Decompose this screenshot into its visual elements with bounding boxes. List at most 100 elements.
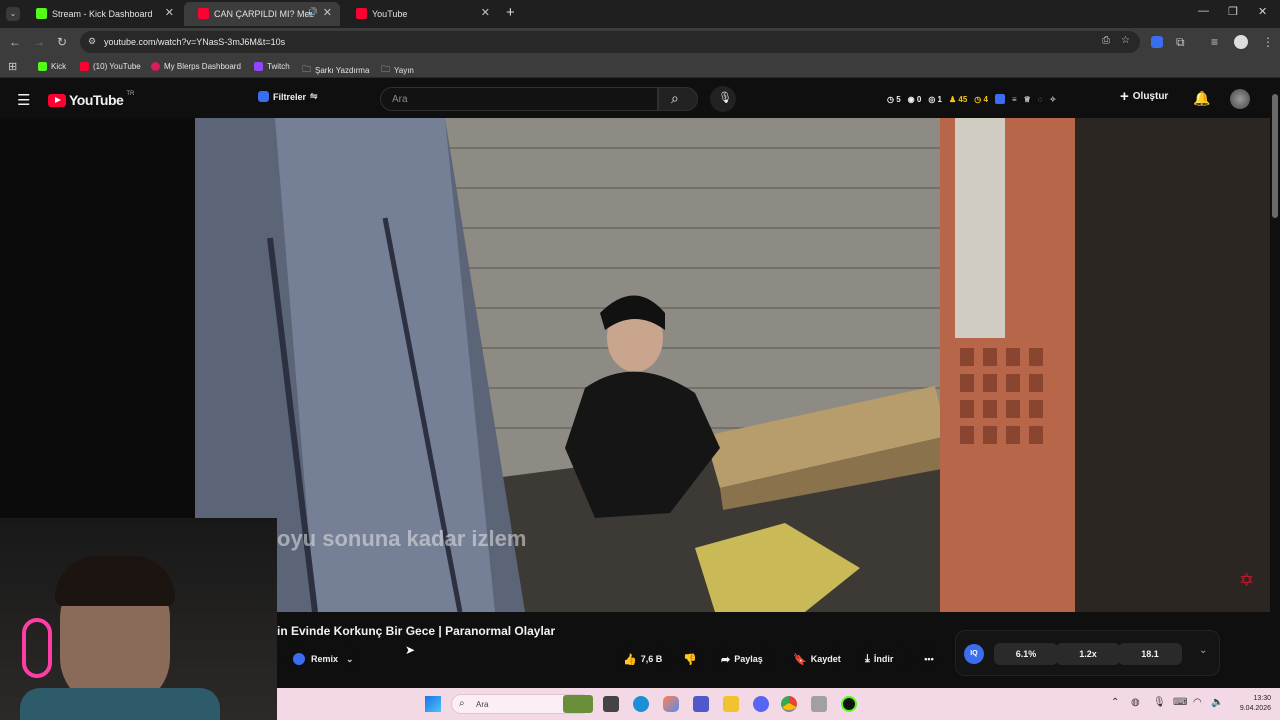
profile-avatar[interactable] [1234, 35, 1248, 49]
bookmark-kick[interactable]: Kick [38, 62, 66, 71]
teams-icon[interactable] [693, 696, 709, 712]
tab-youtube[interactable]: YouTube ✕ [342, 2, 498, 26]
windows-start-icon[interactable] [425, 696, 441, 712]
clock-time: 13:30 [1253, 695, 1271, 702]
close-icon[interactable]: ✕ [323, 6, 332, 19]
bookmark-blerps[interactable]: My Blerps Dashboard [151, 62, 241, 71]
video-player[interactable]: oyu sonuna kadar izlem [195, 118, 1075, 612]
tab-title: CAN ÇARPILDI MI? Mezarlı [214, 9, 314, 19]
new-tab-button[interactable]: + [506, 4, 515, 21]
list-icon[interactable]: ≡ [1012, 95, 1017, 104]
thumbs-up-icon: 👍 [623, 653, 637, 666]
copilot-icon[interactable] [663, 696, 679, 712]
extension-iq-icon [293, 653, 305, 665]
sparkle-icon[interactable]: ✧ [1050, 95, 1057, 104]
filters-button[interactable]: Filtreler ⇋ [258, 91, 318, 102]
trophy-icon[interactable]: ♕ [1024, 95, 1031, 104]
chevron-down-icon[interactable]: ⌄ [1199, 645, 1207, 656]
logo-text: YouTube [69, 92, 124, 108]
media-control-icon[interactable]: ≡ [1211, 35, 1218, 49]
download-button[interactable]: ⤓ İndir [859, 647, 911, 671]
bookmark-label: Kick [51, 62, 67, 71]
remix-button[interactable]: Remix ⌄ [285, 647, 359, 671]
dislike-button[interactable]: 👎 [677, 647, 703, 671]
bookmark-twitch[interactable]: Twitch [254, 62, 290, 71]
window-close-icon[interactable]: ✕ [1258, 5, 1267, 18]
player-left-margin [0, 118, 195, 518]
speaker-icon[interactable]: 🔊 [307, 7, 318, 18]
install-app-icon[interactable]: ⎙ [1102, 35, 1110, 46]
tab-video[interactable]: CAN ÇARPILDI MI? Mezarlı 🔊 ✕ [184, 2, 340, 26]
restore-icon[interactable]: ❐ [1228, 5, 1238, 18]
voice-search-button[interactable]: 🎙 [710, 86, 736, 112]
youtube-logo[interactable]: YouTube TR [48, 91, 134, 108]
mouse-cursor-icon: ➤ [405, 643, 416, 657]
widget-icon[interactable] [563, 695, 593, 713]
download-label: İndir [873, 654, 894, 664]
minimize-icon[interactable]: — [1198, 5, 1209, 17]
volume-icon[interactable]: 🔈 [1211, 697, 1223, 708]
stat-users: ♟ 45 [948, 94, 968, 104]
bookmark-folder-songs[interactable]: 🗀 Şarkı Yazdırma [302, 62, 369, 78]
reload-icon[interactable]: ↻ [57, 35, 67, 49]
search-input[interactable]: Ara [380, 87, 658, 111]
channel-avatar[interactable] [1230, 89, 1250, 109]
browser-menu-icon[interactable]: ⋮ [1262, 35, 1274, 49]
microphone-icon[interactable]: 🎙 [1153, 697, 1166, 708]
apps-grid-icon[interactable]: ⊞ [8, 60, 17, 73]
extension-iq-icon[interactable] [1151, 36, 1163, 48]
download-icon: ⤓ [865, 652, 870, 665]
keyboard-icon[interactable]: ⌨ [1173, 697, 1187, 708]
create-button[interactable]: + Oluştur [1120, 89, 1168, 104]
back-icon[interactable]: ← [9, 35, 21, 49]
forward-icon[interactable]: → [33, 35, 45, 49]
tray-app-icon[interactable]: ◍ [1131, 697, 1140, 708]
tab-kick-dashboard[interactable]: Stream - Kick Dashboard ✕ [22, 2, 182, 26]
more-actions-button[interactable]: ••• [917, 647, 941, 671]
tab-list-button[interactable]: ⌄ [6, 7, 20, 21]
extension-iq-icon [258, 91, 269, 102]
extension-stats-panel: IQ 6.1% 1.2x 18.1 ⌄ [955, 630, 1220, 676]
chat-icon[interactable]: ◌ [1038, 95, 1043, 104]
stat-value: 18.1 [1141, 649, 1159, 659]
snipping-tool-icon[interactable] [811, 696, 827, 712]
share-button[interactable]: ➦ Paylaş [715, 647, 773, 671]
notifications-bell-icon[interactable]: 🔔 [1193, 90, 1210, 107]
search-button[interactable]: ⌕ [658, 87, 698, 111]
webcam-overlay [0, 518, 277, 720]
bookmark-youtube[interactable]: (10) YouTube [80, 62, 141, 71]
youtube-icon [198, 8, 209, 19]
obs-app-icon[interactable] [841, 696, 857, 712]
address-bar[interactable]: ⚙ youtube.com/watch?v=YNasS-3mJ6M&t=10s … [80, 31, 1140, 53]
page-scrollbar[interactable] [1270, 80, 1280, 688]
bookmark-folder-stream[interactable]: 🗀 Yayın [381, 62, 414, 78]
browser-tab-bar: ⌄ Stream - Kick Dashboard ✕ CAN ÇARPILDI… [0, 0, 1280, 28]
streamer-hair [55, 556, 175, 606]
like-button[interactable]: 👍 7,6 B [617, 647, 669, 671]
hamburger-menu-icon[interactable]: ☰ [17, 91, 30, 109]
file-explorer-icon[interactable] [723, 696, 739, 712]
close-icon[interactable]: ✕ [165, 6, 174, 19]
close-icon[interactable]: ✕ [481, 6, 490, 19]
chevron-up-icon[interactable]: ⌃ [1111, 697, 1119, 708]
taskbar-clock[interactable]: 13:30 9.04.2026 [1227, 694, 1271, 714]
filters-label: Filtreler [273, 91, 307, 102]
url-text[interactable]: youtube.com/watch?v=YNasS-3mJ6M&t=10s [104, 37, 285, 47]
wifi-icon[interactable]: ◠ [1193, 697, 1202, 708]
extension-iq-icon[interactable] [994, 94, 1005, 104]
scrollbar-thumb[interactable] [1272, 94, 1278, 218]
kick-icon [38, 62, 47, 71]
extension-iq-icon[interactable]: IQ [964, 644, 984, 664]
kick-icon [36, 8, 47, 19]
chrome-icon[interactable] [781, 696, 797, 712]
task-view-icon[interactable] [603, 696, 619, 712]
edge-icon[interactable] [633, 696, 649, 712]
discord-icon[interactable] [753, 696, 769, 712]
bookmark-label: Twitch [267, 62, 290, 71]
site-info-icon[interactable]: ⚙ [88, 36, 96, 47]
extensions-puzzle-icon[interactable]: ⧉ [1176, 35, 1185, 50]
stat-value: 6.1% [1015, 649, 1037, 659]
save-button[interactable]: 🔖 Kaydet [787, 647, 845, 671]
bookmark-star-icon[interactable]: ☆ [1121, 35, 1130, 46]
thumbs-down-icon: 👎 [683, 653, 697, 666]
